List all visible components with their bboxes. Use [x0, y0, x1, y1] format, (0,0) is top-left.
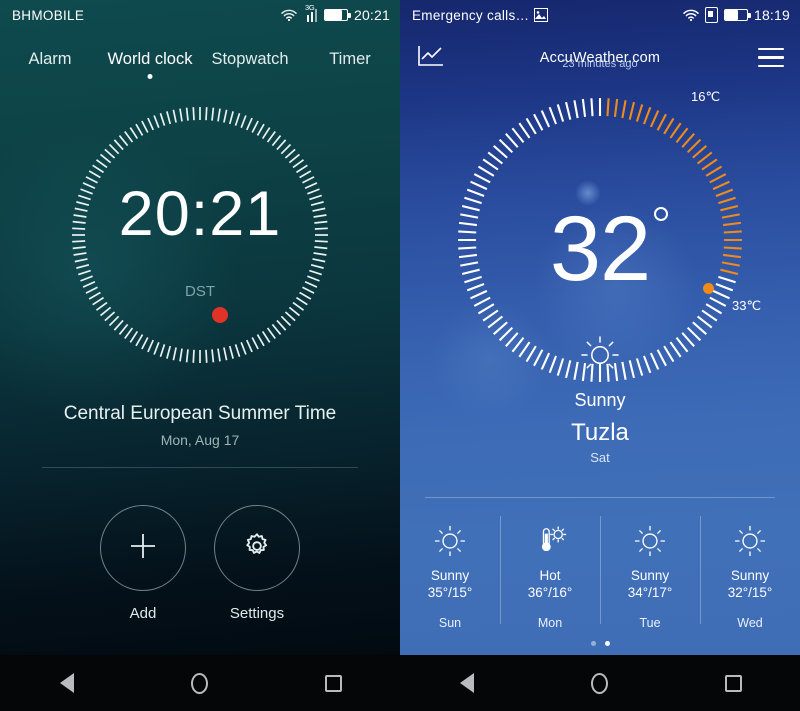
status-clock: 18:19	[753, 7, 790, 23]
home-icon	[591, 672, 609, 694]
forecast-condition: Sunny	[730, 568, 770, 583]
current-day: Sat	[590, 450, 610, 465]
add-city-action[interactable]: Add	[100, 505, 186, 622]
forecast-condition: Hot	[539, 568, 561, 583]
settings-label: Settings	[229, 605, 285, 622]
forecast-day: Sun	[438, 616, 462, 630]
android-nav-bar-left	[0, 655, 400, 711]
clock-actions: Add Settings	[0, 505, 400, 622]
tab-timer[interactable]: Timer	[300, 50, 400, 69]
home-button[interactable]	[174, 663, 226, 703]
carrier-label: BHMOBILE	[12, 7, 85, 23]
forecast-condition: Sunny	[630, 568, 670, 583]
recents-icon	[724, 674, 742, 692]
back-button[interactable]	[41, 663, 93, 703]
wifi-icon	[281, 9, 297, 22]
forecast-condition: Sunny	[430, 568, 470, 583]
status-clock: 20:21	[353, 7, 390, 23]
back-icon	[459, 673, 474, 693]
forecast-day: Mon	[537, 616, 563, 630]
add-button[interactable]	[100, 505, 186, 591]
current-condition: Sunny	[574, 390, 626, 410]
timezone-name: Central European Summer Time	[63, 403, 337, 424]
gear-icon	[242, 531, 272, 566]
home-icon	[191, 672, 209, 694]
tab-world-clock-label: World clock	[107, 49, 193, 68]
recents-icon	[324, 674, 342, 692]
android-nav-bar-right	[400, 655, 800, 711]
world-clock-dial: 20:21 DST	[70, 105, 330, 365]
current-city: Tuzla	[571, 419, 629, 446]
home-button[interactable]	[574, 663, 626, 703]
hamburger-menu-icon[interactable]	[758, 48, 784, 67]
wifi-icon	[683, 9, 699, 22]
weather-source-title: AccuWeather.com	[539, 50, 661, 66]
dial-low-label: 33℃	[732, 298, 762, 313]
forecast-day: Wed	[737, 616, 763, 630]
clock-app-panel: BHMOBILE 3G 20:21 Alarm World clock Stop…	[0, 0, 400, 655]
degree-symbol	[654, 207, 668, 221]
sun-icon	[580, 335, 620, 375]
forecast-temps: 32°/15°	[727, 585, 773, 600]
tab-stopwatch[interactable]: Stopwatch	[200, 50, 300, 69]
sim-card-icon	[704, 7, 718, 23]
current-time: 20:21	[118, 179, 282, 249]
forecast-item[interactable]: Sunny 34°/17° Tue	[600, 512, 700, 630]
current-temperature: 32	[549, 198, 651, 300]
clock-tab-bar[interactable]: Alarm World clock Stopwatch Timer	[0, 38, 400, 80]
plus-icon	[126, 529, 160, 568]
weather-status-bar: Emergency calls… 18:19	[400, 0, 800, 30]
settings-button[interactable]	[214, 505, 300, 591]
carrier-label: Emergency calls…	[412, 7, 530, 23]
forecast-row: Sunny 35°/15° Sun Hot 36°/16° Mon Sunny …	[400, 512, 800, 630]
forecast-day: Tue	[639, 616, 661, 630]
screenshot-icon	[534, 8, 549, 22]
forecast-item[interactable]: Hot 36°/16° Mon	[500, 512, 600, 630]
forecast-item[interactable]: Sunny 35°/15° Sun	[400, 512, 500, 630]
forecast-divider	[425, 497, 775, 498]
tab-world-clock[interactable]: World clock	[100, 49, 200, 79]
sun-icon	[400, 520, 500, 562]
sun-icon	[700, 520, 800, 562]
sun-icon	[600, 520, 700, 562]
forecast-temps: 34°/17°	[627, 585, 673, 600]
dual-phone-screenshot: BHMOBILE 3G 20:21 Alarm World clock Stop…	[0, 0, 800, 711]
section-divider	[42, 467, 358, 468]
settings-action[interactable]: Settings	[214, 505, 300, 622]
recents-button[interactable]	[707, 663, 759, 703]
back-icon	[59, 673, 74, 693]
dst-label: DST	[185, 283, 215, 300]
dial-high-label: 16℃	[691, 89, 721, 104]
tab-stopwatch-label: Stopwatch	[211, 49, 289, 68]
time-marker-dot	[212, 307, 228, 323]
forecast-temps: 35°/15°	[427, 585, 473, 600]
timezone-date: Mon, Aug 17	[160, 432, 240, 448]
dial-marker-dot	[703, 283, 714, 294]
recents-button[interactable]	[307, 663, 359, 703]
network-type-label: 3G	[304, 2, 315, 12]
forecast-item[interactable]: Sunny 32°/15° Wed	[700, 512, 800, 630]
thermometer-sun-icon	[500, 520, 600, 562]
forecast-temps: 36°/16°	[527, 585, 573, 600]
add-label: Add	[129, 605, 157, 622]
tab-alarm[interactable]: Alarm	[0, 50, 100, 69]
page-dot[interactable]	[590, 641, 596, 646]
cellular-signal-icon: 3G	[303, 3, 318, 22]
page-indicator	[400, 641, 800, 646]
tab-alarm-label: Alarm	[28, 49, 72, 68]
weather-app-panel: Emergency calls… 18:19 AccuWeather.com 2…	[400, 0, 800, 655]
battery-icon	[723, 9, 751, 21]
active-tab-indicator	[147, 73, 153, 79]
tab-timer-label: Timer	[329, 49, 371, 68]
back-button[interactable]	[441, 663, 493, 703]
battery-icon	[323, 9, 351, 21]
weather-header: AccuWeather.com	[400, 36, 800, 80]
clock-status-bar: BHMOBILE 3G 20:21	[0, 0, 400, 30]
page-dot-active[interactable]	[604, 641, 610, 646]
chart-icon[interactable]	[418, 45, 444, 67]
